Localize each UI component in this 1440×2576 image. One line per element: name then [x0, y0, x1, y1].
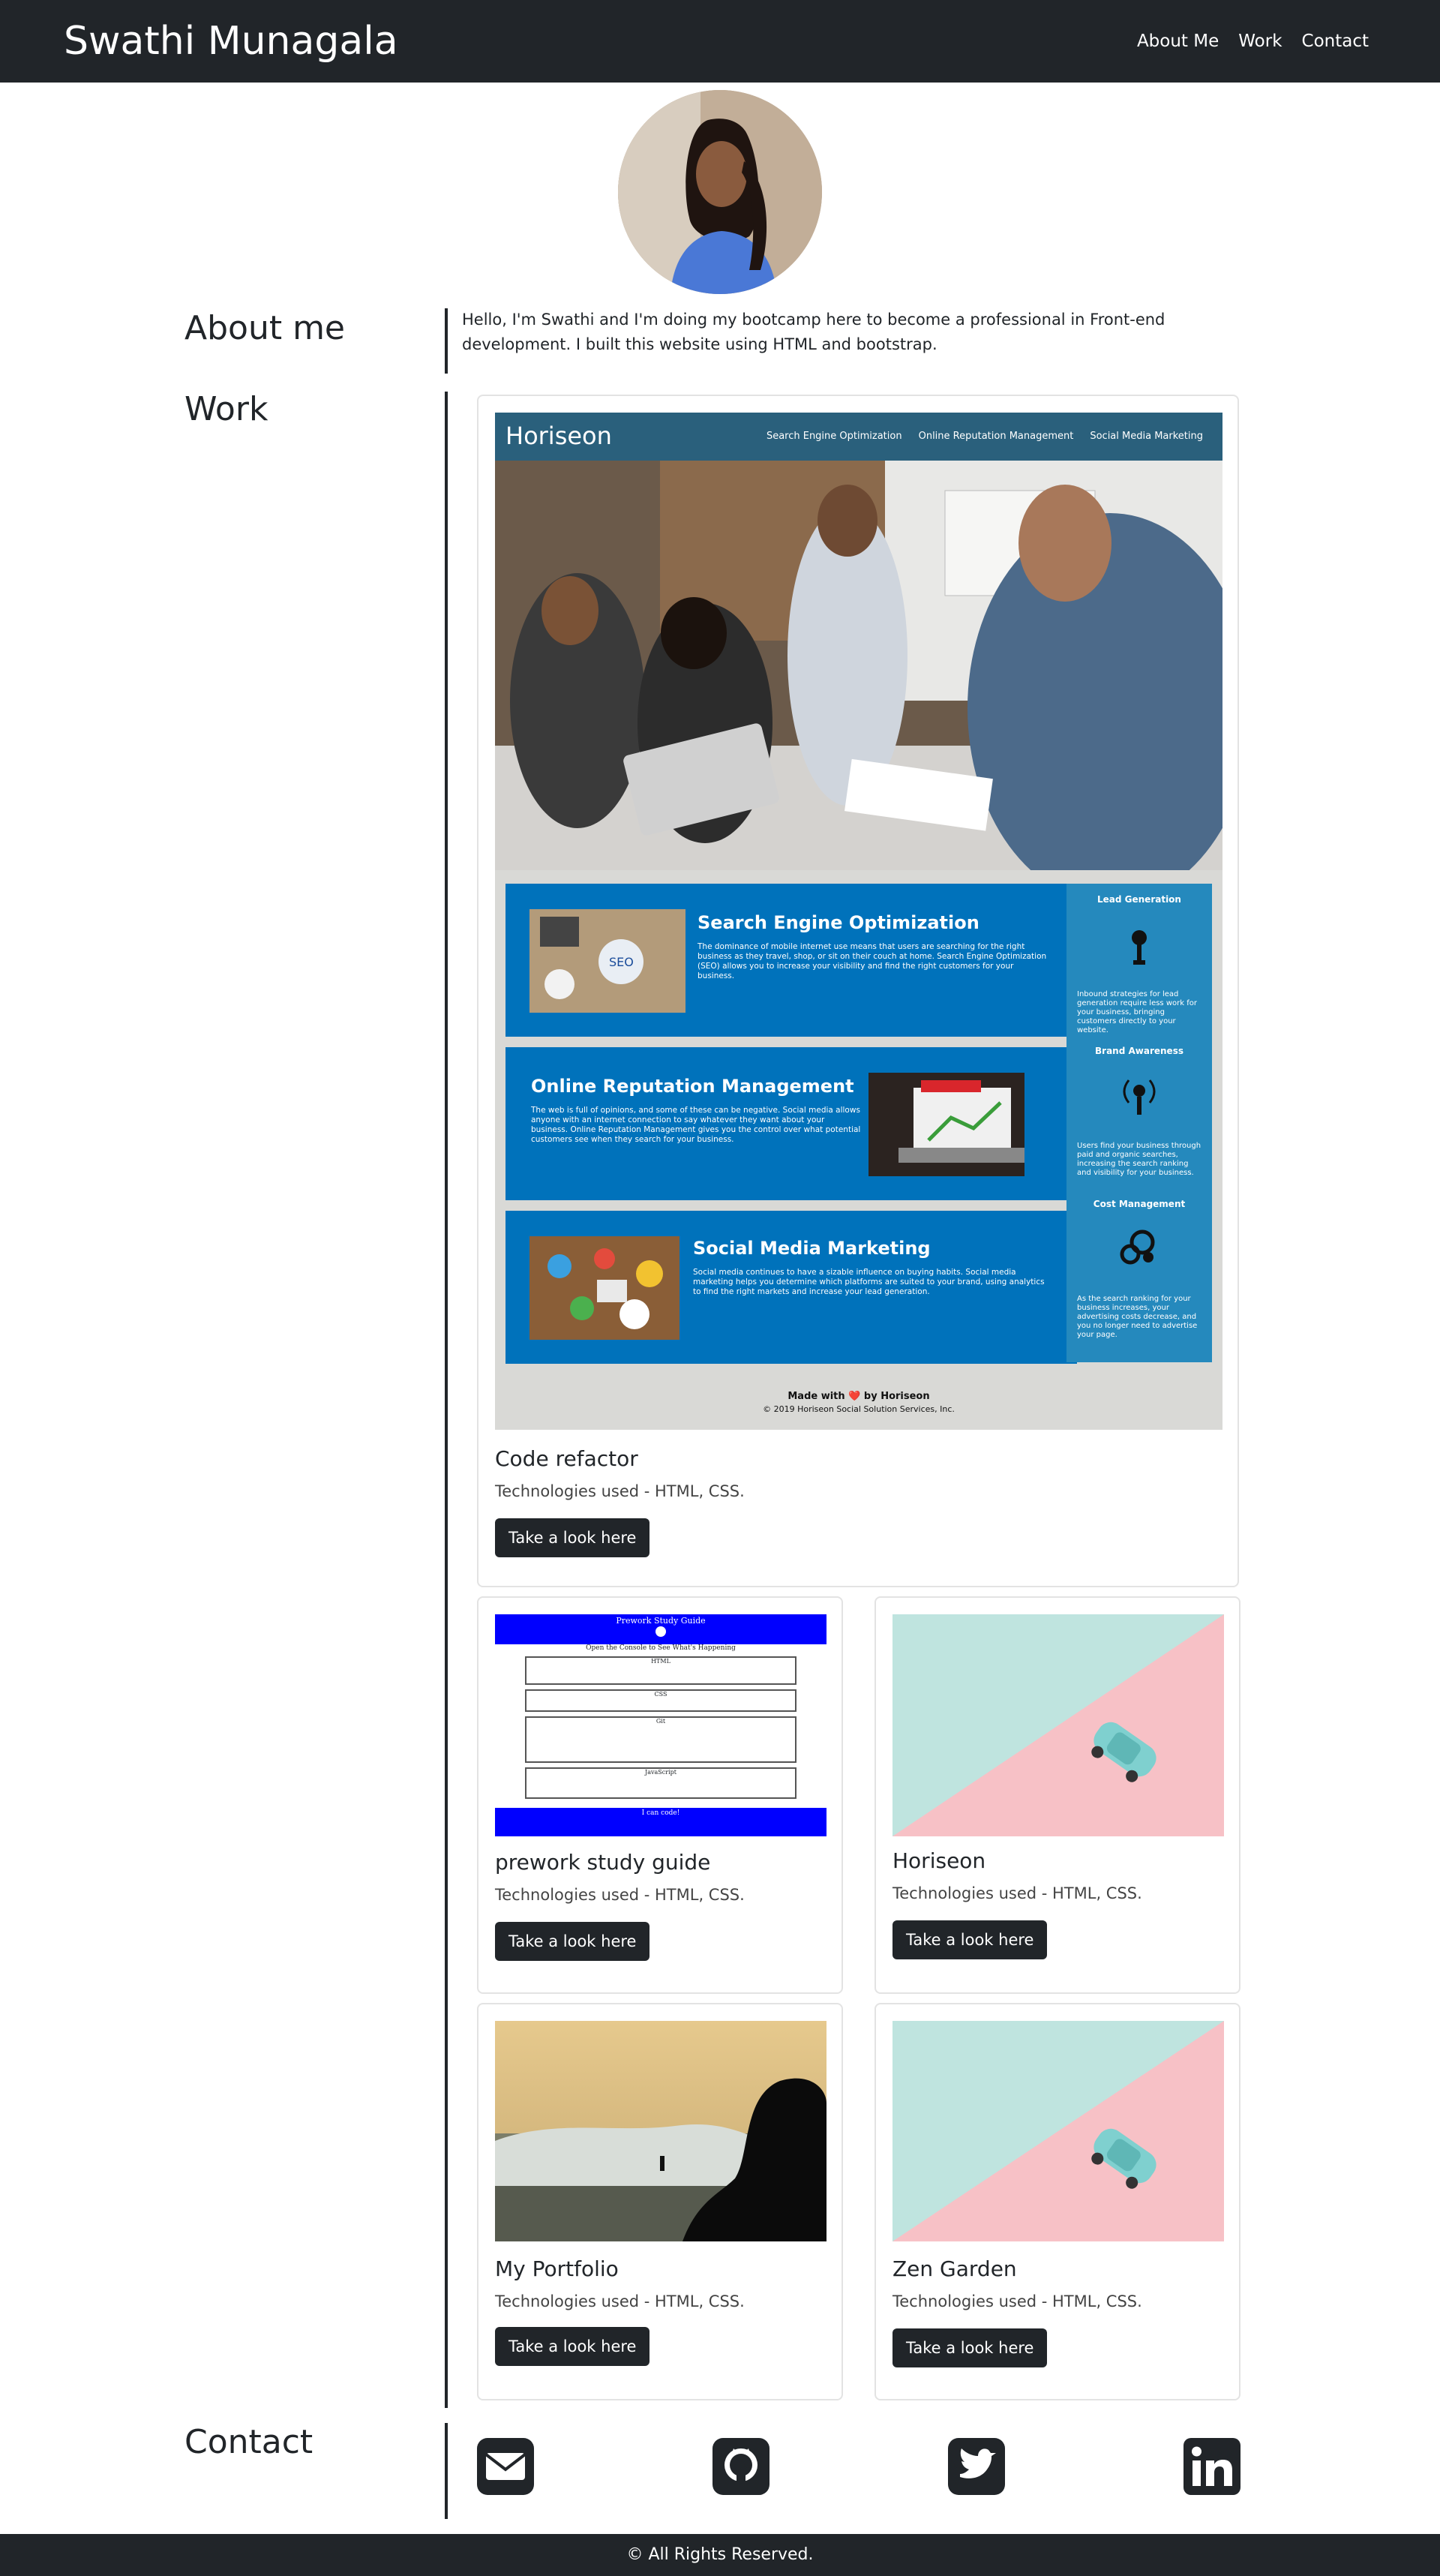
horiseon-menu-orm: Online Reputation Management: [918, 431, 1074, 442]
horiseon-footer-made: Made with ❤️ by Horiseon: [788, 1391, 930, 1402]
project-card-horiseon: Horiseon Technologies used - HTML, CSS. …: [874, 1596, 1240, 1994]
horiseon-page: Horiseon Search Engine Optimization Onli…: [495, 413, 1222, 1430]
project-card-prework: Prework Study Guide Open the Console to …: [477, 1596, 843, 1994]
card-tech: Technologies used - HTML, CSS.: [892, 2292, 1142, 2310]
smm-image: [530, 1236, 680, 1340]
prework-footer: I can code!: [495, 1808, 826, 1836]
svg-text:SEO: SEO: [609, 955, 634, 969]
card-title: Zen Garden: [892, 2256, 1017, 2281]
horiseon-preview: Horiseon Search Engine Optimization Onli…: [495, 413, 1222, 1430]
seo-text: The dominance of mobile internet use mea…: [698, 942, 1047, 980]
avatar: [618, 90, 822, 294]
lead-generation-icon: [1129, 926, 1150, 971]
smm-text: Social media continues to have a sizable…: [693, 1268, 1045, 1296]
cost-management-title: Cost Management: [1093, 1199, 1186, 1209]
take-a-look-button[interactable]: Take a look here: [892, 1920, 1048, 1959]
nav-work[interactable]: Work: [1238, 32, 1282, 51]
nav-contact[interactable]: Contact: [1302, 32, 1369, 51]
linkedin-icon[interactable]: [1182, 2436, 1242, 2496]
about-heading: About me: [184, 309, 346, 347]
horiseon-hero-image: [495, 461, 1222, 903]
portfolio-image: [495, 2021, 826, 2241]
horiseon-box-orm: Online Reputation Management The web is …: [506, 1047, 1077, 1200]
about-text: Hello, I'm Swathi and I'm doing my bootc…: [462, 311, 1166, 353]
orm-text: The web is full of opinions, and some of…: [531, 1106, 861, 1144]
project-card-portfolio: My Portfolio Technologies used - HTML, C…: [477, 2003, 843, 2400]
horiseon-car-image: [892, 1614, 1224, 1836]
card-title: My Portfolio: [495, 2256, 619, 2281]
card-tech: Technologies used - HTML, CSS.: [495, 1886, 745, 1904]
horiseon-menu-smm: Social Media Marketing: [1090, 431, 1203, 442]
work-divider: [445, 392, 448, 2408]
about-divider: [445, 308, 448, 374]
brand-awareness-icon: [1123, 1074, 1156, 1119]
prework-header: Prework Study Guide: [495, 1614, 826, 1644]
prework-section-javascript: JavaScript: [525, 1767, 796, 1799]
contact-heading: Contact: [184, 2423, 314, 2461]
orm-title: Online Reputation Management: [531, 1076, 854, 1097]
horiseon-benefits: Lead Generation Inbound strategies for l…: [1066, 884, 1212, 1362]
lead-generation-title: Lead Generation: [1097, 894, 1181, 905]
work-heading: Work: [184, 390, 268, 428]
nav-about-me[interactable]: About Me: [1137, 32, 1219, 51]
prework-subtitle: Open the Console to See What's Happening: [586, 1644, 736, 1652]
prework-section-css: CSS: [525, 1689, 796, 1712]
take-a-look-button[interactable]: Take a look here: [495, 1518, 650, 1557]
navbar: Swathi Munagala About Me Work Contact: [0, 0, 1440, 83]
twitter-icon[interactable]: [946, 2436, 1006, 2496]
cost-management-icon: [1120, 1227, 1159, 1269]
brand-title[interactable]: Swathi Munagala: [64, 19, 398, 64]
page-footer: © All Rights Reserved.: [0, 2534, 1440, 2576]
nav-links: About Me Work Contact: [1137, 32, 1369, 51]
lead-generation-text: Inbound strategies for lead generation r…: [1077, 990, 1197, 1034]
smm-title: Social Media Marketing: [693, 1238, 931, 1259]
card-tech: Technologies used - HTML, CSS.: [892, 1884, 1142, 1902]
prework-section-git: Git: [525, 1716, 796, 1763]
seo-image: SEO: [530, 909, 686, 1013]
prework-logo-icon: [656, 1626, 666, 1637]
horiseon-header: Horiseon Search Engine Optimization Onli…: [495, 413, 1222, 461]
prework-preview: Prework Study Guide Open the Console to …: [495, 1614, 826, 1836]
card-title: Code refactor: [495, 1446, 638, 1471]
card-title: Horiseon: [892, 1848, 986, 1873]
horiseon-menu-seo: Search Engine Optimization: [766, 431, 902, 442]
card-tech: Technologies used - HTML, CSS.: [495, 1482, 745, 1500]
horiseon-menu: Search Engine Optimization Online Reputa…: [766, 431, 1203, 442]
prework-title: Prework Study Guide: [616, 1616, 706, 1626]
brand-awareness-title: Brand Awareness: [1095, 1046, 1184, 1056]
prework-section-html: HTML: [525, 1656, 796, 1685]
zen-garden-image: [892, 2021, 1224, 2241]
horiseon-footer-copyright: © 2019 Horiseon Social Solution Services…: [763, 1404, 955, 1414]
github-icon[interactable]: [711, 2436, 771, 2496]
cost-management-text: As the search ranking for your business …: [1077, 1295, 1198, 1339]
project-card-zen-garden: Zen Garden Technologies used - HTML, CSS…: [874, 2003, 1240, 2400]
brand-awareness-text: Users find your business through paid an…: [1077, 1142, 1202, 1177]
card-title: prework study guide: [495, 1850, 711, 1875]
seo-title: Search Engine Optimization: [698, 912, 980, 933]
horiseon-box-seo: SEO Search Engine Optimization The domin…: [506, 884, 1077, 1037]
orm-image: [868, 1073, 1026, 1176]
horiseon-logo: Horiseon: [506, 422, 612, 450]
take-a-look-button[interactable]: Take a look here: [495, 2327, 650, 2366]
envelope-icon[interactable]: [476, 2436, 536, 2496]
horiseon-box-smm: Social Media Marketing Social media cont…: [506, 1211, 1077, 1364]
contact-divider: [445, 2423, 448, 2519]
card-tech: Technologies used - HTML, CSS.: [495, 2292, 745, 2310]
take-a-look-button[interactable]: Take a look here: [495, 1922, 650, 1961]
take-a-look-button[interactable]: Take a look here: [892, 2328, 1048, 2367]
project-card-code-refactor: Horiseon Search Engine Optimization Onli…: [477, 395, 1239, 1587]
